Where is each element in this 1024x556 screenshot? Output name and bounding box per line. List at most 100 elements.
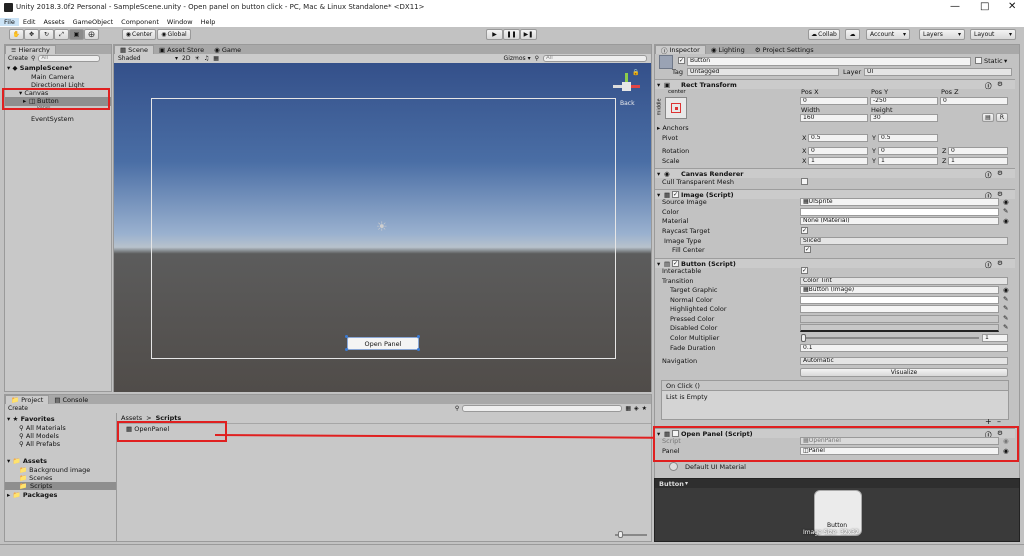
posz-field[interactable]: 0 — [940, 97, 1008, 105]
interactable-checkbox[interactable]: ✓ — [801, 267, 808, 274]
assets-header[interactable]: ▾ 📁 Assets — [7, 457, 47, 465]
layer-dropdown[interactable]: UI — [864, 68, 1012, 76]
play-button[interactable]: ▶ — [486, 29, 503, 40]
menu-gameobject[interactable]: GameObject — [69, 18, 118, 26]
color-multiplier-slider[interactable] — [803, 337, 979, 339]
foldout-arrow-icon[interactable]: ▾ — [657, 191, 660, 199]
toggle-2d[interactable]: 2D — [182, 55, 190, 62]
audio-toggle-icon[interactable]: ♫ — [204, 55, 209, 62]
tab-hierarchy[interactable]: ≡ Hierarchy — [5, 45, 56, 54]
active-checkbox[interactable]: ✓ — [678, 57, 685, 64]
tab-scene[interactable]: ▦ Scene — [114, 45, 154, 54]
width-field[interactable]: 160 — [800, 114, 868, 122]
rect-handle-bl[interactable] — [345, 348, 348, 351]
raycast-checkbox[interactable]: ✓ — [801, 227, 808, 234]
visualize-button[interactable]: Visualize — [800, 368, 1008, 377]
disabled-color-swatch[interactable] — [800, 324, 999, 332]
tab-project-settings[interactable]: ⚙ Project Settings — [750, 45, 819, 54]
button-component-header[interactable]: ▾ ▤ ✓ Button (Script) ⓘ ⚙ — [655, 258, 1015, 269]
image-type-dropdown[interactable]: Sliced — [800, 237, 1008, 245]
filter-type-icon[interactable]: ▦ — [625, 405, 631, 412]
rotation-x-field[interactable]: 0 — [808, 147, 868, 155]
tab-game[interactable]: ◉ Game — [209, 45, 246, 54]
material-field[interactable]: None (Material) — [800, 217, 999, 225]
chevron-down-icon[interactable]: ▾ — [685, 480, 688, 487]
hierarchy-item-eventsystem[interactable]: EventSystem — [31, 115, 74, 123]
pivot-y-field[interactable]: 0.5 — [878, 134, 938, 142]
filter-label-icon[interactable]: ◈ — [634, 405, 639, 412]
gizmos-dropdown[interactable]: Gizmos ▾ — [504, 55, 531, 62]
remove-event-button[interactable]: – — [997, 418, 1001, 426]
minimize-button[interactable]: — — [950, 1, 960, 12]
rect-handle-tl[interactable] — [345, 335, 348, 338]
static-dropdown-icon[interactable]: ▾ — [1004, 57, 1007, 65]
project-search-input[interactable] — [462, 405, 623, 412]
eyedropper-icon[interactable]: ✎ — [1003, 323, 1008, 331]
gizmo-center-cube[interactable] — [622, 82, 631, 91]
tab-inspector[interactable]: ⓘ Inspector — [655, 45, 706, 55]
rotation-z-field[interactable]: 0 — [948, 147, 1008, 155]
scale-tool-icon[interactable]: ⤢ — [54, 29, 69, 40]
object-picker-icon[interactable]: ◉ — [1003, 217, 1009, 225]
color-swatch[interactable] — [800, 208, 999, 216]
button-enabled-checkbox[interactable]: ✓ — [672, 260, 679, 267]
eyedropper-icon[interactable]: ✎ — [1003, 207, 1008, 215]
account-dropdown[interactable]: Account ▾ — [866, 29, 910, 40]
transform-tool-icon[interactable]: ⨁ — [84, 29, 99, 40]
tab-project[interactable]: 📁 Project — [5, 395, 50, 404]
object-picker-icon[interactable]: ◉ — [1003, 198, 1009, 206]
tag-dropdown[interactable]: Untagged — [687, 68, 839, 76]
settings-icon[interactable]: ⚙ — [997, 169, 1003, 177]
eyedropper-icon[interactable]: ✎ — [1003, 295, 1008, 303]
collab-button[interactable]: ☁ Collab — [808, 29, 840, 40]
hand-tool-icon[interactable]: ✋ — [9, 29, 24, 40]
favorite-star-icon[interactable]: ★ — [642, 405, 647, 412]
foldout-arrow-icon[interactable]: ▾ — [657, 81, 660, 89]
asset-folder-scripts[interactable]: 📁 Scripts — [5, 482, 116, 490]
menu-help[interactable]: Help — [197, 18, 220, 26]
tab-lighting[interactable]: ◉ Lighting — [706, 45, 750, 54]
blueprint-mode-button[interactable]: ▤ — [982, 113, 994, 122]
raw-edit-button[interactable]: R — [996, 113, 1008, 122]
help-icon[interactable]: ⓘ — [985, 259, 992, 269]
transition-dropdown[interactable]: Color Tint — [800, 277, 1008, 285]
posx-field[interactable]: 0 — [800, 97, 868, 105]
help-icon[interactable]: ⓘ — [985, 169, 992, 179]
close-button[interactable]: ✕ — [1008, 1, 1016, 12]
scene-search-input[interactable]: All — [543, 55, 647, 62]
scale-x-field[interactable]: 1 — [808, 157, 868, 165]
pivot-toggle[interactable]: ◉ Center — [122, 29, 156, 40]
scale-z-field[interactable]: 1 — [948, 157, 1008, 165]
rect-transform-header[interactable]: ▾ ▣ Rect Transform ⓘ ⚙ — [655, 79, 1015, 90]
rect-tool-icon[interactable]: ▣ — [69, 29, 84, 40]
material-preview-row[interactable]: Default UI Material — [655, 462, 1015, 471]
fill-center-checkbox[interactable]: ✓ — [804, 246, 811, 253]
static-checkbox[interactable] — [975, 57, 982, 64]
anchor-presets-button[interactable] — [665, 97, 687, 119]
navigation-dropdown[interactable]: Automatic — [800, 357, 1008, 365]
add-event-button[interactable]: + — [985, 418, 992, 426]
cull-checkbox[interactable] — [801, 178, 808, 185]
object-name-field[interactable]: Button — [687, 57, 971, 66]
rotation-y-field[interactable]: 0 — [878, 147, 938, 155]
posy-field[interactable]: -250 — [870, 97, 938, 105]
object-picker-icon[interactable]: ◉ — [1003, 286, 1009, 294]
rect-handle-br[interactable] — [417, 348, 420, 351]
anchors-foldout[interactable]: ▸ Anchors — [657, 124, 689, 132]
favorites-header[interactable]: ▾ ★ Favorites — [7, 415, 55, 423]
lighting-toggle-icon[interactable]: ☀ — [194, 55, 199, 62]
maximize-button[interactable]: □ — [980, 1, 989, 12]
move-tool-icon[interactable]: ✥ — [24, 29, 39, 40]
menu-component[interactable]: Component — [117, 18, 163, 26]
eyedropper-icon[interactable]: ✎ — [1003, 304, 1008, 312]
scene-root[interactable]: ▾ ◆ SampleScene* — [7, 64, 72, 72]
project-create-dropdown[interactable]: Create — [8, 405, 28, 412]
fav-item-all-models[interactable]: ⚲ All Models — [19, 432, 59, 440]
highlighted-color-swatch[interactable] — [800, 305, 999, 313]
lock-icon[interactable]: 🔒 — [632, 69, 639, 76]
image-enabled-checkbox[interactable]: ✓ — [672, 191, 679, 198]
normal-color-swatch[interactable] — [800, 296, 999, 304]
fav-item-all-materials[interactable]: ⚲ All Materials — [19, 424, 66, 432]
tab-asset-store[interactable]: ▣ Asset Store — [154, 45, 209, 54]
scale-y-field[interactable]: 1 — [878, 157, 938, 165]
